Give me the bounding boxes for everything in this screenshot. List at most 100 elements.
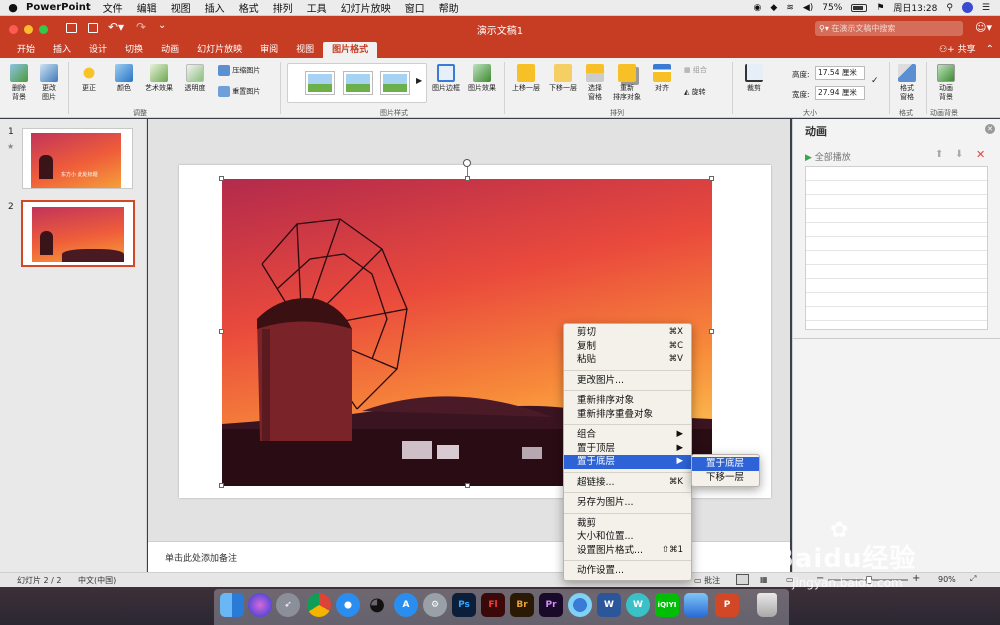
fit-slide-icon[interactable]: ⤢ — [970, 574, 976, 584]
format-pane-button[interactable]: 格式 窗格 — [893, 64, 921, 102]
pane-splitter[interactable] — [793, 335, 1000, 339]
search-box[interactable]: ⚲▾ 在演示文稿中搜索 — [815, 21, 963, 36]
word-icon[interactable]: W — [597, 593, 621, 617]
change-picture-button[interactable]: 更改 图片 — [36, 64, 62, 102]
smiley-feedback-icon[interactable]: ☺▾ — [975, 21, 992, 34]
menu-help[interactable]: 帮助 — [439, 0, 459, 15]
bring-forward-button[interactable]: 上移一层 — [508, 64, 544, 93]
menu-tools[interactable]: 工具 — [307, 0, 327, 15]
tab-insert[interactable]: 插入 — [44, 42, 80, 58]
menu-item-size-position[interactable]: 大小和位置... — [564, 530, 691, 544]
comments-button[interactable]: ▭ 批注 — [694, 575, 720, 586]
lock-aspect-checkbox[interactable]: ✓ — [871, 76, 879, 86]
resize-handle-tl[interactable] — [219, 176, 224, 181]
picture-style-1[interactable] — [306, 72, 334, 94]
language-indicator[interactable]: 中文(中国) — [78, 575, 116, 586]
picture-effects-button[interactable]: 图片效果 — [466, 64, 498, 93]
resize-handle-bm[interactable] — [465, 483, 470, 488]
slide-thumbnail-1[interactable]: 东方小 此处标题 — [22, 128, 133, 189]
menu-item-reorder-overlapping[interactable]: 重新排序重叠对象 — [564, 408, 691, 422]
share-button[interactable]: ⚇+ 共享 — [939, 42, 976, 58]
tab-home[interactable]: 开始 — [8, 42, 44, 58]
submenu-item-send-backward[interactable]: 下移一层 — [692, 471, 759, 485]
menu-item-reorder-objects[interactable]: 重新排序对象 — [564, 394, 691, 408]
menu-view[interactable]: 视图 — [171, 0, 191, 15]
slide-sorter-icon[interactable]: ▦ — [760, 575, 768, 584]
notes-pane[interactable]: 单击此处添加备注 — [148, 541, 790, 572]
send-backward-button[interactable]: 下移一层 — [545, 64, 581, 93]
menu-item-change-picture[interactable]: 更改图片... — [564, 374, 691, 388]
submenu-item-send-to-back[interactable]: 置于底层 — [692, 457, 759, 471]
tab-picture-format[interactable]: 图片格式 — [323, 42, 378, 58]
menu-item-save-as-picture[interactable]: 另存为图片... — [564, 496, 691, 510]
menu-window[interactable]: 窗口 — [405, 0, 425, 15]
menu-app-name[interactable]: PowerPoint — [26, 2, 91, 13]
tab-design[interactable]: 设计 — [80, 42, 116, 58]
spotlight-icon[interactable]: ⚲ — [946, 3, 953, 13]
compress-pictures-button[interactable]: 压缩图片 — [218, 65, 270, 76]
menu-item-send-to-back[interactable]: 置于底层 ▶ — [564, 455, 691, 469]
menu-file[interactable]: 文件 — [103, 0, 123, 15]
preview-icon[interactable] — [684, 593, 708, 617]
resize-handle-tr[interactable] — [709, 176, 714, 181]
notification-center-icon[interactable]: ☰ — [982, 3, 990, 13]
menu-item-group[interactable]: 组合 ▶ — [564, 428, 691, 442]
tab-animations[interactable]: 动画 — [152, 42, 188, 58]
corrections-button[interactable]: 更正 — [73, 64, 105, 93]
app-store-icon[interactable]: A — [394, 593, 418, 617]
bridge-icon[interactable]: Br — [510, 593, 534, 617]
wechat-icon[interactable]: ◉ — [754, 3, 762, 13]
powerpoint-icon[interactable]: P — [715, 593, 739, 617]
menu-item-cut[interactable]: 剪切 ⌘X — [564, 326, 691, 340]
menu-item-action-settings[interactable]: 动作设置... — [564, 564, 691, 578]
height-field[interactable]: 17.54 厘米 — [815, 66, 865, 80]
tab-review[interactable]: 审阅 — [251, 42, 287, 58]
clock[interactable]: 周日13:28 — [893, 1, 937, 14]
reorder-objects-button[interactable]: 重新 排序对象 — [610, 64, 644, 102]
picture-style-2[interactable] — [344, 72, 372, 94]
menu-item-paste[interactable]: 粘贴 ⌘V — [564, 353, 691, 367]
remove-background-button[interactable]: 删除 背景 — [6, 64, 32, 102]
browser-icon[interactable] — [568, 593, 592, 617]
play-all-button[interactable]: ▶ 全部播放 — [805, 150, 851, 163]
close-pane-icon[interactable]: ✕ — [985, 124, 995, 134]
animated-background-button[interactable]: 动画 背景 — [932, 64, 960, 102]
battery-icon[interactable] — [851, 3, 868, 12]
menu-item-crop[interactable]: 裁剪 — [564, 517, 691, 531]
flag-icon[interactable]: ⚑ — [876, 3, 884, 13]
system-preferences-icon[interactable]: ⚙ — [423, 593, 447, 617]
menu-insert[interactable]: 插入 — [205, 0, 225, 15]
menu-item-format-picture[interactable]: 设置图片格式... ⇧⌘1 — [564, 544, 691, 558]
artistic-effects-button[interactable]: 艺术效果 — [142, 64, 176, 93]
resize-handle-mr[interactable] — [709, 329, 714, 334]
menu-slideshow[interactable]: 幻灯片放映 — [341, 0, 391, 15]
launchpad-icon[interactable]: ➶ — [276, 593, 300, 617]
volume-icon[interactable]: ◀) — [803, 3, 813, 13]
menu-item-bring-to-front[interactable]: 置于顶层 ▶ — [564, 442, 691, 456]
battery-percent[interactable]: 75% — [822, 3, 842, 13]
wps-icon[interactable]: W — [626, 593, 650, 617]
menu-arrange[interactable]: 排列 — [273, 0, 293, 15]
user-avatar-icon[interactable] — [961, 2, 973, 13]
normal-view-icon[interactable] — [736, 574, 749, 585]
group-objects-button[interactable]: ▦ 组合 — [684, 66, 724, 75]
crop-button[interactable]: 裁剪 — [738, 64, 770, 93]
flash-icon[interactable]: Fl — [481, 593, 505, 617]
tab-transitions[interactable]: 切换 — [116, 42, 152, 58]
width-field[interactable]: 27.94 厘米 — [815, 86, 865, 100]
rotate-button[interactable]: ◭ 旋转 — [684, 88, 724, 97]
resize-handle-bl[interactable] — [219, 483, 224, 488]
delete-animation-icon[interactable]: ✕ — [976, 148, 985, 161]
menu-format[interactable]: 格式 — [239, 0, 259, 15]
iqiyi-icon[interactable]: iQIYI — [655, 593, 679, 617]
menu-edit[interactable]: 编辑 — [137, 0, 157, 15]
picture-styles-gallery[interactable]: ▶ — [287, 63, 427, 103]
align-button[interactable]: 对齐 — [648, 64, 676, 93]
tab-view[interactable]: 视图 — [287, 42, 323, 58]
siri-icon[interactable] — [248, 593, 272, 617]
photoshop-icon[interactable]: Ps — [452, 593, 476, 617]
chrome-icon[interactable] — [307, 593, 331, 617]
safari-icon[interactable] — [336, 593, 360, 617]
color-button[interactable]: 颜色 — [108, 64, 140, 93]
rotate-handle-icon[interactable] — [463, 159, 471, 167]
